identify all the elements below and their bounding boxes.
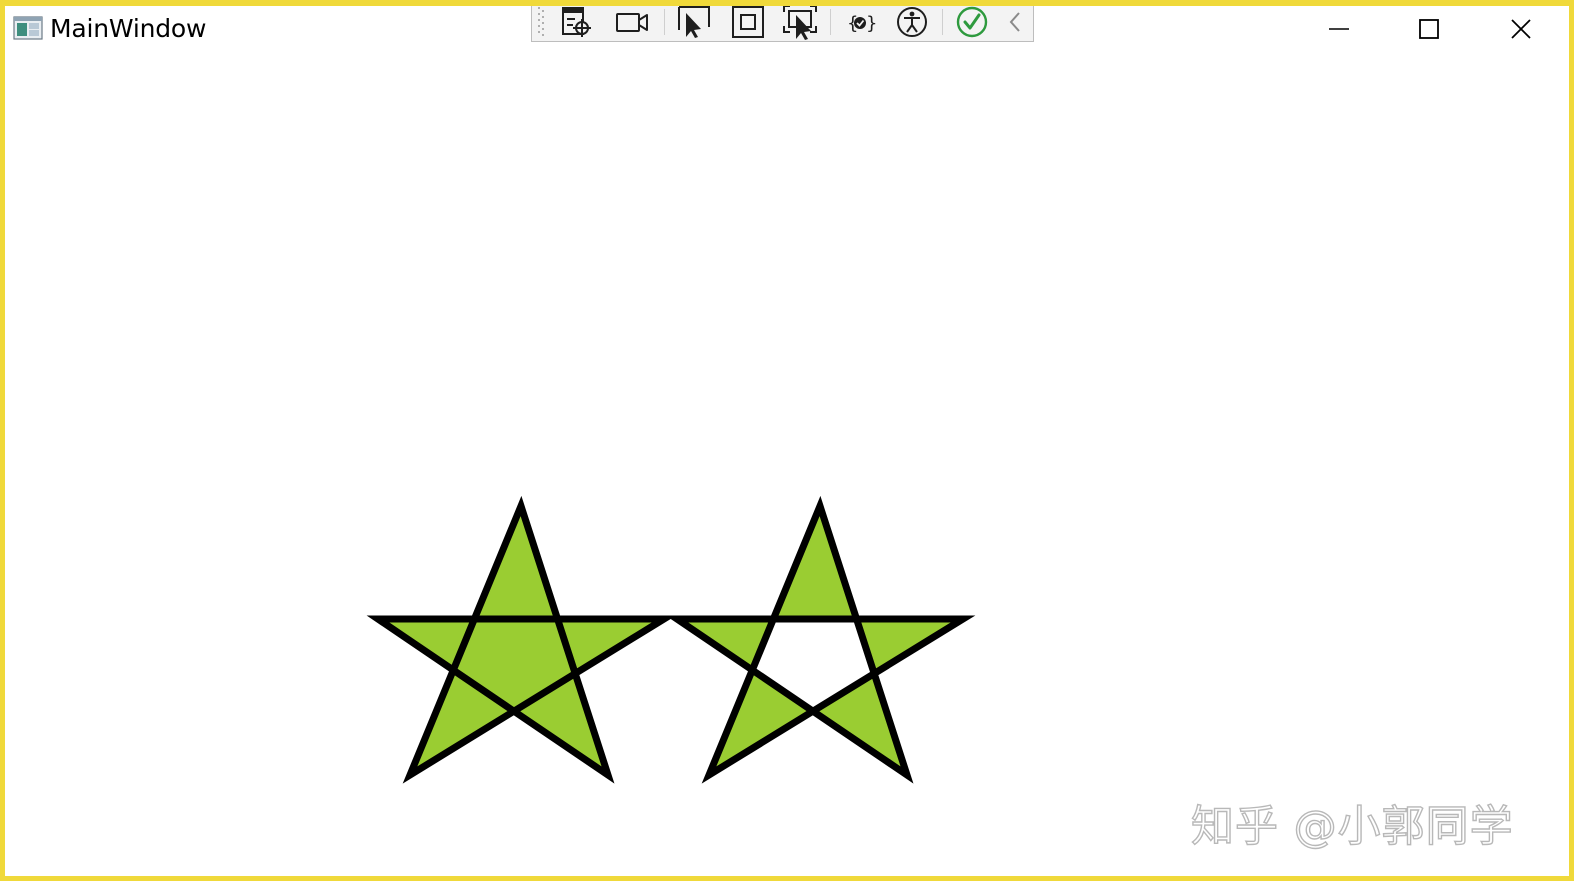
maximize-icon [1419, 19, 1439, 39]
star-nonzero-fill [366, 495, 677, 784]
track-focused-element-button[interactable] [778, 6, 822, 40]
minimize-icon [1329, 28, 1349, 30]
window-title: MainWindow [50, 14, 207, 43]
checkmark-icon [956, 6, 988, 38]
binding-failures-icon: { } [847, 13, 877, 34]
toolbar-grip-icon[interactable] [536, 5, 546, 39]
svg-text:}: } [866, 13, 877, 34]
drawing-canvas [366, 495, 976, 784]
binding-failures-button[interactable]: { } [838, 6, 882, 40]
accessibility-icon [897, 7, 927, 37]
display-layout-adorners-button[interactable] [726, 6, 770, 40]
xaml-runtime-debug-toolbar: { } [531, 5, 1034, 42]
hot-reload-status-button[interactable] [950, 6, 994, 40]
watermark-text: 知乎 @小郭同学 [1190, 801, 1514, 852]
pointer-select-icon [678, 6, 710, 38]
accessibility-checker-button[interactable] [890, 6, 934, 40]
select-element-button[interactable] [556, 6, 598, 40]
collapse-toolbar-button[interactable] [1000, 6, 1030, 40]
star-evenodd-fill [665, 495, 976, 784]
toolbar-separator [942, 9, 943, 35]
record-button[interactable] [610, 6, 654, 40]
toolbar-separator [664, 9, 665, 35]
close-button[interactable] [1475, 6, 1567, 52]
select-element-in-app-button[interactable] [672, 6, 716, 40]
minimize-button[interactable] [1293, 6, 1385, 52]
collapse-chevron-left-icon [1009, 12, 1020, 32]
select-element-icon [562, 7, 591, 37]
toolbar-separator [830, 9, 831, 35]
display-layout-adorners-icon [732, 6, 764, 38]
video-camera-icon [616, 13, 648, 32]
maximize-button[interactable] [1383, 6, 1475, 52]
window-content-area: 知乎 @小郭同学 [5, 6, 1569, 876]
main-window: 知乎 @小郭同学 MainWindow {} [0, 0, 1574, 881]
close-icon [1511, 19, 1531, 39]
app-window-icon [13, 16, 43, 40]
track-focus-icon [783, 6, 817, 40]
